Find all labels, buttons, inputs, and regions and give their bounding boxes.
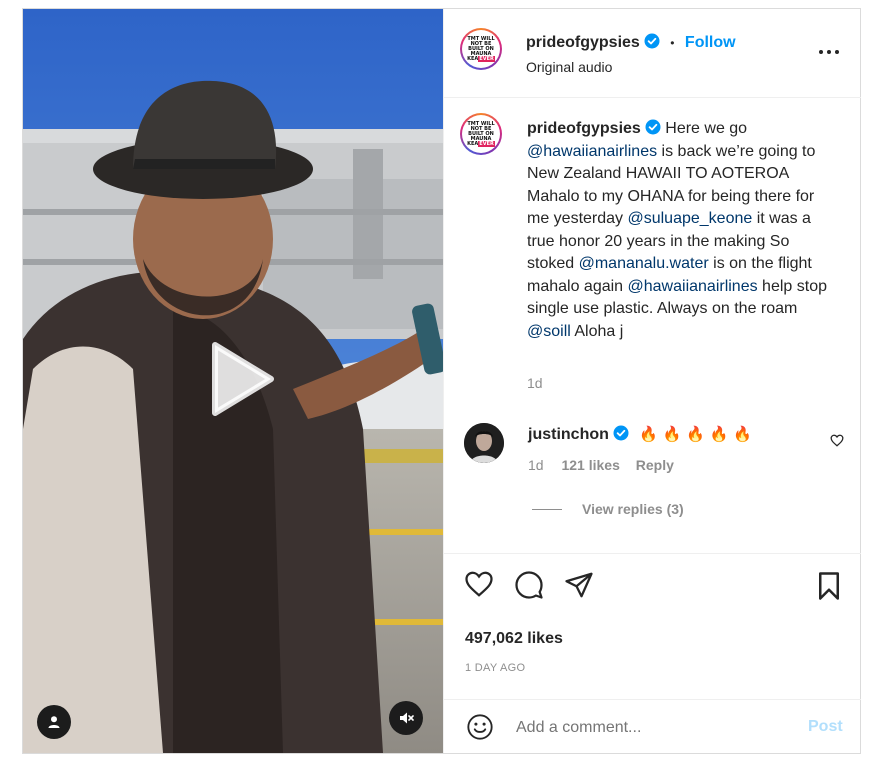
mention-link[interactable]: @hawaiianairlines [628,278,758,295]
mention-link[interactable]: @suluape_keone [627,210,752,227]
header-title-row: prideofgypsies • Follow [526,33,736,52]
caption-text: prideofgypsies Here we go @hawaiianairli… [527,119,827,340]
more-options-icon[interactable] [818,47,840,57]
header-separator: • [670,36,675,50]
replies-divider [532,509,562,510]
comment-avatar[interactable] [464,423,504,463]
mute-toggle-button[interactable] [389,701,423,735]
audio-label[interactable]: Original audio [526,59,612,75]
comment-time[interactable]: 1d [528,457,544,473]
emoji-icon[interactable] [466,713,494,741]
play-icon[interactable] [199,339,279,419]
caption-time[interactable]: 1d [527,375,543,391]
view-replies-button[interactable]: View replies (3) [582,501,684,517]
likes-count[interactable]: 497,062 likes [465,630,563,648]
user-icon [48,716,60,728]
comment-like-heart-icon[interactable] [830,434,844,447]
comment-text: 🔥 🔥 🔥 🔥 🔥 [639,425,752,443]
verified-badge-icon [645,119,661,135]
comment-likes[interactable]: 121 likes [561,457,619,473]
caption-avatar[interactable]: TMT WILL NOT BE BUILT ON MAUNA KEAEVER [460,113,502,155]
verified-badge-icon [613,425,629,441]
comment-bubble-icon[interactable] [514,570,544,600]
post-sidebar: TMT WILL NOT BE BUILT ON MAUNA KEAEVER p… [443,9,861,753]
comment-composer: Post [444,699,861,754]
comment-input[interactable] [514,714,798,742]
mention-link[interactable]: @mananalu.water [579,255,709,272]
avatar[interactable]: TMT WILL NOT BE BUILT ON MAUNA KEAEVER [460,28,502,70]
avatar-badge: TMT WILL NOT BE BUILT ON MAUNA KEAEVER [462,30,500,68]
follow-button[interactable]: Follow [685,34,736,51]
caption-avatar-badge: TMT WILL NOT BE BUILT ON MAUNA KEAEVER [462,115,500,153]
verified-badge-icon [644,33,660,49]
caption-username[interactable]: prideofgypsies [527,120,641,137]
comment-username[interactable]: justinchon [528,426,609,443]
save-bookmark-icon[interactable] [816,571,842,601]
comment-avatar-photo [464,423,504,463]
post-header: TMT WILL NOT BE BUILT ON MAUNA KEAEVER p… [444,9,861,98]
comment-reply-button[interactable]: Reply [636,457,674,473]
tagged-users-button[interactable] [37,705,71,739]
like-heart-icon[interactable] [464,570,494,598]
comment-row: justinchon 🔥 🔥 🔥 🔥 🔥 [528,425,752,444]
post-card: TMT WILL NOT BE BUILT ON MAUNA KEAEVER p… [22,8,861,754]
post-date[interactable]: 1 DAY AGO [465,662,525,674]
header-username[interactable]: prideofgypsies [526,34,640,51]
mention-link[interactable]: @hawaiianairlines [527,143,657,160]
video-player[interactable] [23,9,443,753]
speaker-muted-icon [400,712,414,724]
comment-meta: 1d 121 likes Reply [528,457,674,473]
share-paper-plane-icon[interactable] [564,571,594,599]
mention-link[interactable]: @soill [527,323,571,340]
post-comment-button[interactable]: Post [808,718,843,736]
